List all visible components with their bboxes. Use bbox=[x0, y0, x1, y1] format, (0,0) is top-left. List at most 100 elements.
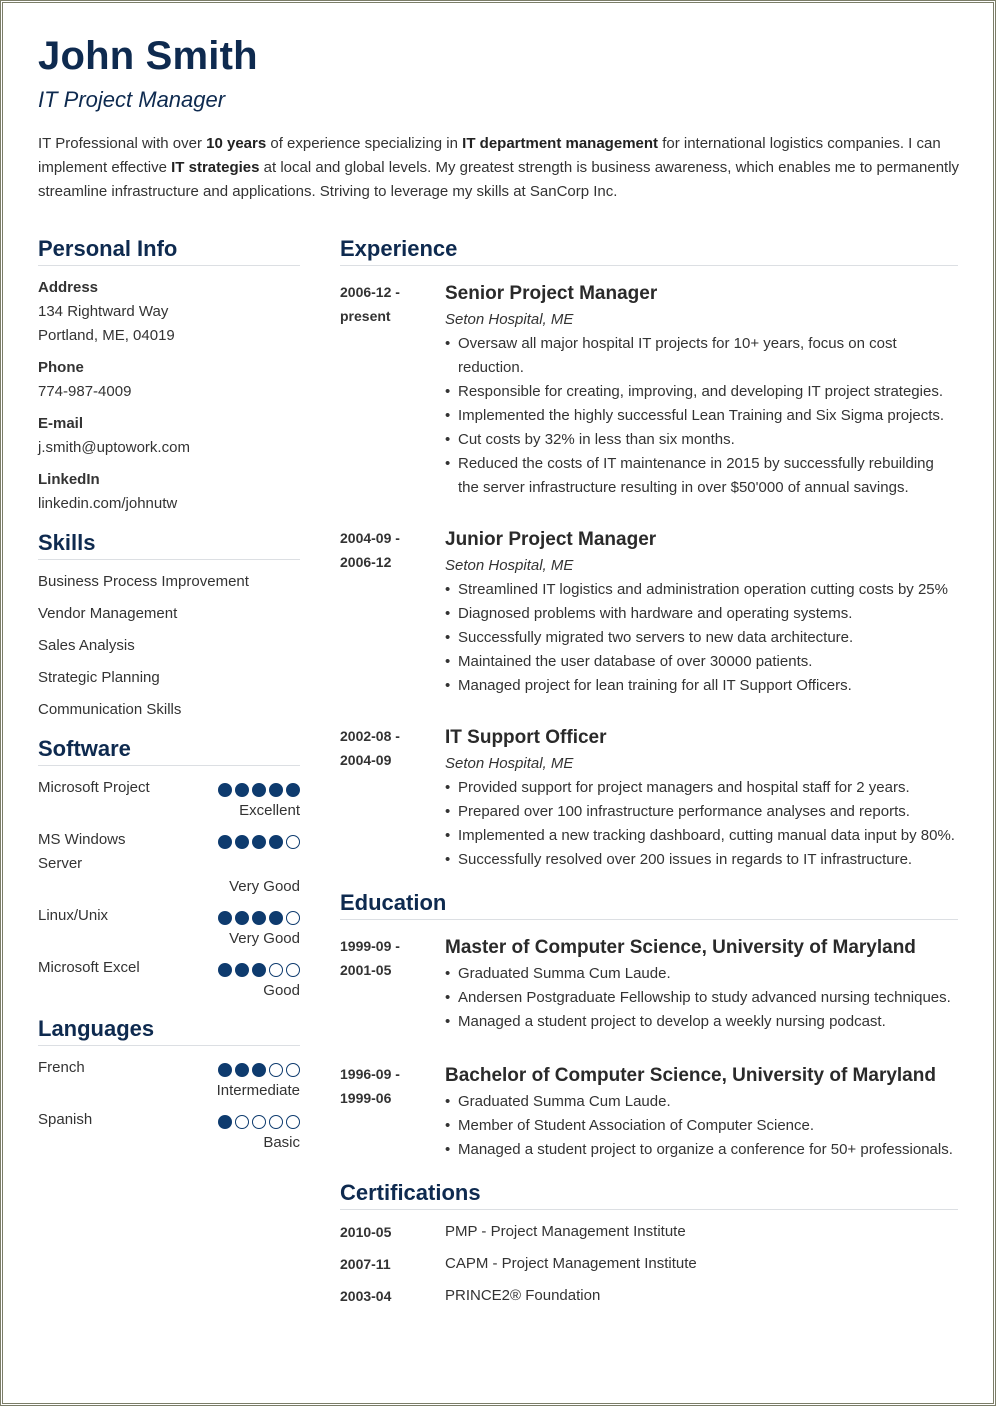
skill-item: Vendor Management bbox=[38, 605, 178, 622]
summary-text: IT Professional with over bbox=[38, 135, 207, 152]
skill-item: Business Process Improvement bbox=[38, 573, 249, 590]
summary-highlight: IT department management bbox=[462, 135, 659, 152]
info-label: Phone bbox=[38, 359, 84, 376]
rating-level: Very Good bbox=[229, 878, 300, 895]
rating-row: French bbox=[38, 1056, 300, 1080]
education-entry: 1996-09 -1999-06 Bachelor of Computer Sci… bbox=[340, 1062, 958, 1162]
rating-level: Basic bbox=[263, 1134, 300, 1151]
linkedin-link[interactable]: linkedin.com/johnutw bbox=[38, 492, 300, 516]
candidate-role: IT Project Manager bbox=[38, 87, 226, 112]
responsibility-list: Provided support for project managers an… bbox=[445, 776, 958, 872]
degree-title: Master of Computer Science, University o… bbox=[445, 937, 916, 958]
profile-summary: IT Professional with over 10 years of ex… bbox=[38, 132, 960, 204]
empty-dot-icon bbox=[269, 1115, 283, 1129]
software-item: Linux/Unix Very Good bbox=[38, 904, 300, 950]
summary-text: of experience specializing in bbox=[266, 135, 463, 152]
job-title: IT Support Officer bbox=[445, 727, 607, 748]
cert-name: PMP - Project Management Institute bbox=[445, 1223, 686, 1240]
achievement-item: Managed a student project to develop a w… bbox=[445, 1010, 958, 1034]
degree-title: Bachelor of Computer Science, University… bbox=[445, 1065, 936, 1086]
left-column: Personal Info Address 134 Rightward Way Po… bbox=[38, 236, 300, 1160]
responsibility-item: Managed project for lean training for al… bbox=[445, 674, 958, 698]
right-column: Experience 2006-12 - present Senior Projec… bbox=[340, 236, 958, 1316]
responsibility-item: Cut costs by 32% in less than six months… bbox=[445, 428, 958, 452]
email-link[interactable]: j.smith@uptowork.com bbox=[38, 436, 300, 460]
responsibility-item: Streamlined IT logistics and administrat… bbox=[445, 578, 958, 602]
responsibility-item: Oversaw all major hospital IT projects f… bbox=[445, 332, 958, 380]
filled-dot-icon bbox=[218, 963, 232, 977]
cert-date: 2007-11 bbox=[340, 1256, 391, 1272]
info-value: 134 Rightward Way bbox=[38, 303, 169, 320]
section-title: Personal Info bbox=[38, 236, 300, 266]
rating-dots bbox=[218, 1108, 300, 1132]
achievement-item: Member of Student Association of Compute… bbox=[445, 1114, 958, 1138]
entry-body: Master of Computer Science, University o… bbox=[445, 934, 958, 1034]
achievement-list: Graduated Summa Cum Laude.Member of Stud… bbox=[445, 1090, 958, 1162]
responsibility-item: Implemented a new tracking dashboard, cu… bbox=[445, 824, 958, 848]
section-title: Software bbox=[38, 736, 300, 766]
entry-date: 1999-09 -2001-05 bbox=[340, 938, 400, 978]
skills-section: Skills Business Process Improvement Vendo… bbox=[38, 530, 300, 722]
employer: Seton Hospital, ME bbox=[445, 311, 574, 328]
responsibility-list: Streamlined IT logistics and administrat… bbox=[445, 578, 958, 698]
rating-dots bbox=[218, 1056, 300, 1080]
entry-date: 2006-12 - present bbox=[340, 284, 400, 324]
responsibility-item: Provided support for project managers an… bbox=[445, 776, 958, 800]
rating-level: Very Good bbox=[229, 930, 300, 947]
personal-info-section: Personal Info Address 134 Rightward Way Po… bbox=[38, 236, 300, 516]
responsibility-item: Responsible for creating, improving, and… bbox=[445, 380, 958, 404]
rating-dots bbox=[218, 776, 300, 800]
achievement-item: Managed a student project to organize a … bbox=[445, 1138, 958, 1162]
empty-dot-icon bbox=[252, 1115, 266, 1129]
experience-list: 2006-12 - present Senior Project Manager Se… bbox=[340, 280, 958, 872]
employer: Seton Hospital, ME bbox=[445, 557, 574, 574]
responsibility-item: Successfully migrated two servers to new… bbox=[445, 626, 958, 650]
education-list: 1999-09 -2001-05 Master of Computer Scien… bbox=[340, 934, 958, 1162]
responsibility-item: Reduced the costs of IT maintenance in 2… bbox=[445, 452, 958, 500]
entry-body: IT Support Officer Seton Hospital, ME Prov… bbox=[445, 724, 958, 872]
rating-level: Excellent bbox=[239, 802, 300, 819]
responsibility-item: Successfully resolved over 200 issues in… bbox=[445, 848, 958, 872]
languages-section: Languages French Intermediate Spanish Basic bbox=[38, 1016, 300, 1154]
certifications-list: 2010-05 PMP - Project Management Institut… bbox=[340, 1220, 958, 1308]
entry-date: 1996-09 -1999-06 bbox=[340, 1066, 400, 1106]
filled-dot-icon bbox=[235, 1063, 249, 1077]
filled-dot-icon bbox=[235, 911, 249, 925]
personal-info-list: Address 134 Rightward Way Portland, ME, 04… bbox=[38, 276, 300, 516]
info-label: E-mail bbox=[38, 415, 84, 432]
rating-row: Spanish bbox=[38, 1108, 300, 1132]
responsibility-item: Implemented the highly successful Lean T… bbox=[445, 404, 958, 428]
filled-dot-icon bbox=[218, 783, 232, 797]
skill-item: Sales Analysis bbox=[38, 637, 135, 654]
rating-row: Microsoft Excel bbox=[38, 956, 300, 980]
cert-name: PRINCE2® Foundation bbox=[445, 1287, 601, 1304]
responsibility-item: Maintained the user database of over 300… bbox=[445, 650, 958, 674]
empty-dot-icon bbox=[286, 963, 300, 977]
employer: Seton Hospital, ME bbox=[445, 755, 574, 772]
rating-level: Good bbox=[263, 982, 300, 999]
rating-dots bbox=[218, 904, 300, 928]
empty-dot-icon bbox=[286, 835, 300, 849]
job-title: Junior Project Manager bbox=[445, 529, 657, 550]
education-section: Education 1999-09 -2001-05 Master of Comp… bbox=[340, 890, 958, 1162]
language-item: Spanish Basic bbox=[38, 1108, 300, 1154]
filled-dot-icon bbox=[252, 963, 266, 977]
empty-dot-icon bbox=[286, 1115, 300, 1129]
responsibility-item: Diagnosed problems with hardware and ope… bbox=[445, 602, 958, 626]
education-entry: 1999-09 -2001-05 Master of Computer Scien… bbox=[340, 934, 958, 1034]
filled-dot-icon bbox=[235, 963, 249, 977]
rating-row: Microsoft Project bbox=[38, 776, 300, 800]
filled-dot-icon bbox=[269, 783, 283, 797]
section-title: Languages bbox=[38, 1016, 300, 1046]
entry-body: Bachelor of Computer Science, University… bbox=[445, 1062, 958, 1162]
filled-dot-icon bbox=[252, 835, 266, 849]
filled-dot-icon bbox=[269, 835, 283, 849]
filled-dot-icon bbox=[235, 783, 249, 797]
summary-highlight: IT strategies bbox=[171, 159, 260, 176]
software-list: Microsoft Project Excellent MS Windows Ser… bbox=[38, 776, 300, 1002]
entry-date: 2004-09 -2006-12 bbox=[340, 530, 400, 570]
certification-item: 2007-11 CAPM - Project Management Institu… bbox=[340, 1252, 958, 1276]
filled-dot-icon bbox=[286, 783, 300, 797]
item-name: Microsoft Excel bbox=[38, 959, 140, 976]
software-section: Software Microsoft Project Excellent MS Wi… bbox=[38, 736, 300, 1002]
